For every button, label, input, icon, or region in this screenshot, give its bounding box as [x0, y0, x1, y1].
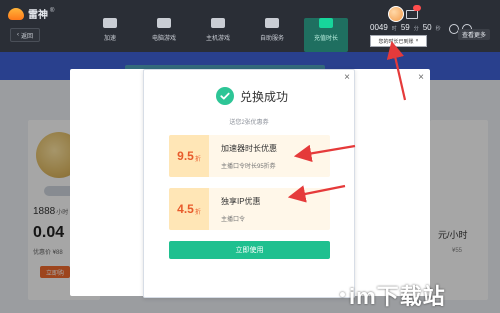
remaining-time: 0049 时 59 分 50 秒 — [370, 23, 441, 32]
main-nav: 加速 电脑游戏 主机游戏 自助服务 充值时长 — [88, 18, 348, 52]
coupon-name: 加速器时长优惠 — [221, 144, 277, 153]
nav-label: 充值时长 — [313, 36, 338, 42]
monitor-icon — [157, 18, 171, 28]
toolbox-icon — [265, 18, 279, 28]
redeem-success-dialog: × 兑换成功 送您2张优惠券 9.5 折 加速器时长优惠 主播口令时长95折券 … — [143, 69, 355, 298]
coupon-card: 4.5 折 独享IP优惠 主播口令 — [169, 188, 330, 230]
coupon-desc: 主播口令 — [221, 217, 246, 223]
view-more-button[interactable]: 查看更多 — [458, 29, 490, 40]
dialog-title: 兑换成功 — [240, 89, 289, 104]
tip-close-icon[interactable]: × — [416, 38, 419, 44]
coupon-desc: 主播口令时长95折券 — [221, 164, 276, 170]
close-icon[interactable]: × — [344, 72, 350, 83]
time-hours: 0049 — [370, 23, 388, 32]
time-minutes: 59 — [400, 23, 410, 32]
mail-icon[interactable] — [406, 5, 421, 19]
dialog-subtitle: 送您2张优惠券 — [229, 120, 269, 126]
top-bar: 雷神 ® ‹ 返回 加速 电脑游戏 主机游戏 自助服务 充值时长 0049时 — [0, 0, 500, 52]
logo-badge: ® — [50, 7, 55, 14]
coupon-name: 独享IP优惠 — [221, 197, 261, 206]
nav-label: 主机游戏 — [205, 36, 230, 42]
tip-text: 您的时长已到账 — [378, 38, 414, 45]
nav-label: 电脑游戏 — [151, 36, 176, 42]
nav-item-self-service[interactable]: 自助服务 — [250, 18, 294, 52]
logo-mark-icon — [8, 7, 24, 20]
coupon-card: 9.5 折 加速器时长优惠 主播口令时长95折券 — [169, 135, 330, 177]
rocket-icon — [103, 18, 117, 28]
gamepad-icon — [211, 18, 225, 28]
use-now-button[interactable]: 立即使用 — [169, 241, 330, 259]
close-icon[interactable]: × — [418, 72, 424, 83]
nav-label: 加速 — [103, 36, 116, 42]
coupon-value: 9.5 折 — [169, 135, 209, 177]
avatar[interactable] — [388, 6, 404, 22]
check-circle-icon — [216, 87, 234, 105]
watermark-text: im下载站 — [349, 283, 446, 309]
nav-label: 自助服务 — [259, 36, 284, 42]
watermark-dot-icon — [340, 292, 345, 297]
check-icon — [220, 92, 230, 100]
site-watermark: im下载站 — [340, 276, 500, 313]
app-logo: 雷神 ® — [8, 6, 54, 21]
back-button[interactable]: ‹ 返回 — [10, 28, 40, 42]
nav-item-console-games[interactable]: 主机游戏 — [196, 18, 240, 52]
crown-icon — [319, 18, 333, 28]
nav-item-recharge[interactable]: 充值时长 — [304, 18, 348, 52]
time-seconds: 50 — [422, 23, 432, 32]
coupon-value: 4.5 折 — [169, 188, 209, 230]
success-header: 兑换成功 — [216, 87, 288, 105]
back-label: 返回 — [20, 33, 33, 40]
logo-text: 雷神 — [28, 10, 48, 21]
chevron-left-icon: ‹ — [16, 32, 19, 38]
nav-item-accelerate[interactable]: 加速 — [88, 18, 132, 52]
nav-item-pc-games[interactable]: 电脑游戏 — [142, 18, 186, 52]
time-arrived-tip: 您的时长已到账 × — [370, 35, 427, 47]
